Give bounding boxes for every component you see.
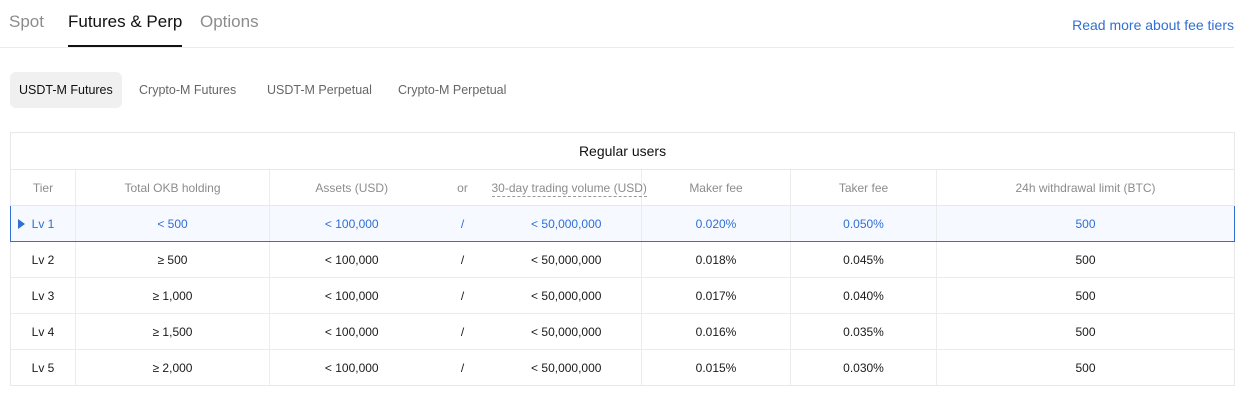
volume-cell: < 50,000,000 [491, 313, 642, 350]
maker-fee-cell: 0.017% [641, 277, 791, 314]
fee-tiers-link[interactable]: Read more about fee tiers [1072, 17, 1234, 33]
assets-cell: < 100,000 [269, 241, 434, 278]
header-or: or [433, 169, 492, 206]
taker-fee-cell: 0.045% [790, 241, 937, 278]
separator-cell: / [433, 205, 492, 242]
okb-cell: < 500 [75, 205, 270, 242]
maker-fee-cell: 0.018% [641, 241, 791, 278]
okb-cell: ≥ 500 [75, 241, 270, 278]
volume-cell: < 50,000,000 [491, 205, 642, 242]
table-header-row: Tier Total OKB holding Assets (USD) or 3… [10, 169, 1235, 206]
table-row-lv5: Lv 5 ≥ 2,000 < 100,000 / < 50,000,000 0.… [10, 349, 1235, 386]
table-row-lv4: Lv 4 ≥ 1,500 < 100,000 / < 50,000,000 0.… [10, 313, 1235, 350]
table-row-lv1: Lv 1 < 500 < 100,000 / < 50,000,000 0.02… [10, 205, 1236, 242]
tab-spot[interactable]: Spot [9, 12, 44, 32]
withdrawal-cell: 500 [936, 241, 1235, 278]
table-row-lv2: Lv 2 ≥ 500 < 100,000 / < 50,000,000 0.01… [10, 241, 1235, 278]
header-tier: Tier [10, 169, 76, 206]
maker-fee-cell: 0.015% [641, 349, 791, 386]
okb-cell: ≥ 2,000 [75, 349, 270, 386]
assets-cell: < 100,000 [269, 277, 434, 314]
withdrawal-cell: 500 [936, 277, 1235, 314]
assets-cell: < 100,000 [324, 360, 379, 375]
withdrawal-cell: 500 [936, 313, 1235, 350]
table-caption: Regular users [10, 132, 1235, 170]
tab-options[interactable]: Options [200, 12, 259, 32]
tier-cell: Lv 2 [10, 241, 76, 278]
withdrawal-cell: 500 [1075, 360, 1096, 375]
tier-cell: Lv 4 [10, 313, 76, 350]
volume-cell: < 50,000,000 [491, 277, 642, 314]
separator-cell: / [433, 313, 492, 350]
tier-cell: Lv 3 [10, 277, 76, 314]
current-tier-marker-icon [18, 218, 25, 229]
fee-tier-table: Regular users Tier Total OKB holding Ass… [10, 132, 1236, 386]
okb-cell: ≥ 1,000 [75, 277, 270, 314]
tier-label: Lv 1 [31, 216, 55, 231]
header-taker-fee: Taker fee [790, 169, 937, 206]
taker-fee-cell: 0.050% [790, 205, 937, 242]
volume-cell: < 50,000,000 [491, 241, 642, 278]
header-assets: Assets (USD) [269, 169, 434, 206]
header-okb-holding: Total OKB holding [75, 169, 270, 206]
subtab-crypto-m-futures[interactable]: Crypto-M Futures [139, 72, 236, 108]
maker-fee-cell: 0.020% [641, 205, 791, 242]
header-volume[interactable]: 30-day trading volume (USD) [491, 180, 647, 197]
subtab-usdt-m-futures[interactable]: USDT-M Futures [10, 72, 122, 108]
assets-cell: < 100,000 [269, 313, 434, 350]
top-tab-bar: Spot Futures & Perp Options Read more ab… [0, 0, 1234, 48]
separator-cell: / [433, 241, 492, 278]
maker-fee-cell: 0.016% [641, 313, 791, 350]
taker-fee-cell: 0.040% [790, 277, 937, 314]
header-maker-fee: Maker fee [641, 169, 791, 206]
withdrawal-cell: 500 [936, 205, 1236, 242]
assets-cell: < 100,000 [269, 205, 434, 242]
separator-cell: / [433, 277, 492, 314]
header-volume-cell: 30-day trading volume (USD) [491, 169, 647, 206]
separator-cell: / [460, 360, 465, 375]
subtab-crypto-m-perpetual[interactable]: Crypto-M Perpetual [398, 72, 506, 108]
table-row-lv3: Lv 3 ≥ 1,000 < 100,000 / < 50,000,000 0.… [10, 277, 1235, 314]
taker-fee-cell: 0.030% [790, 349, 937, 386]
tier-cell: Lv 5 [10, 349, 76, 386]
header-withdrawal-limit: 24h withdrawal limit (BTC) [936, 169, 1235, 206]
taker-fee-cell: 0.035% [790, 313, 937, 350]
volume-cell: < 50,000,000 [491, 349, 642, 386]
subtab-usdt-m-perpetual[interactable]: USDT-M Perpetual [267, 72, 372, 108]
okb-cell: ≥ 1,500 [75, 313, 270, 350]
tier-cell: Lv 1 [10, 205, 76, 242]
tab-futures-perp[interactable]: Futures & Perp [68, 12, 183, 47]
